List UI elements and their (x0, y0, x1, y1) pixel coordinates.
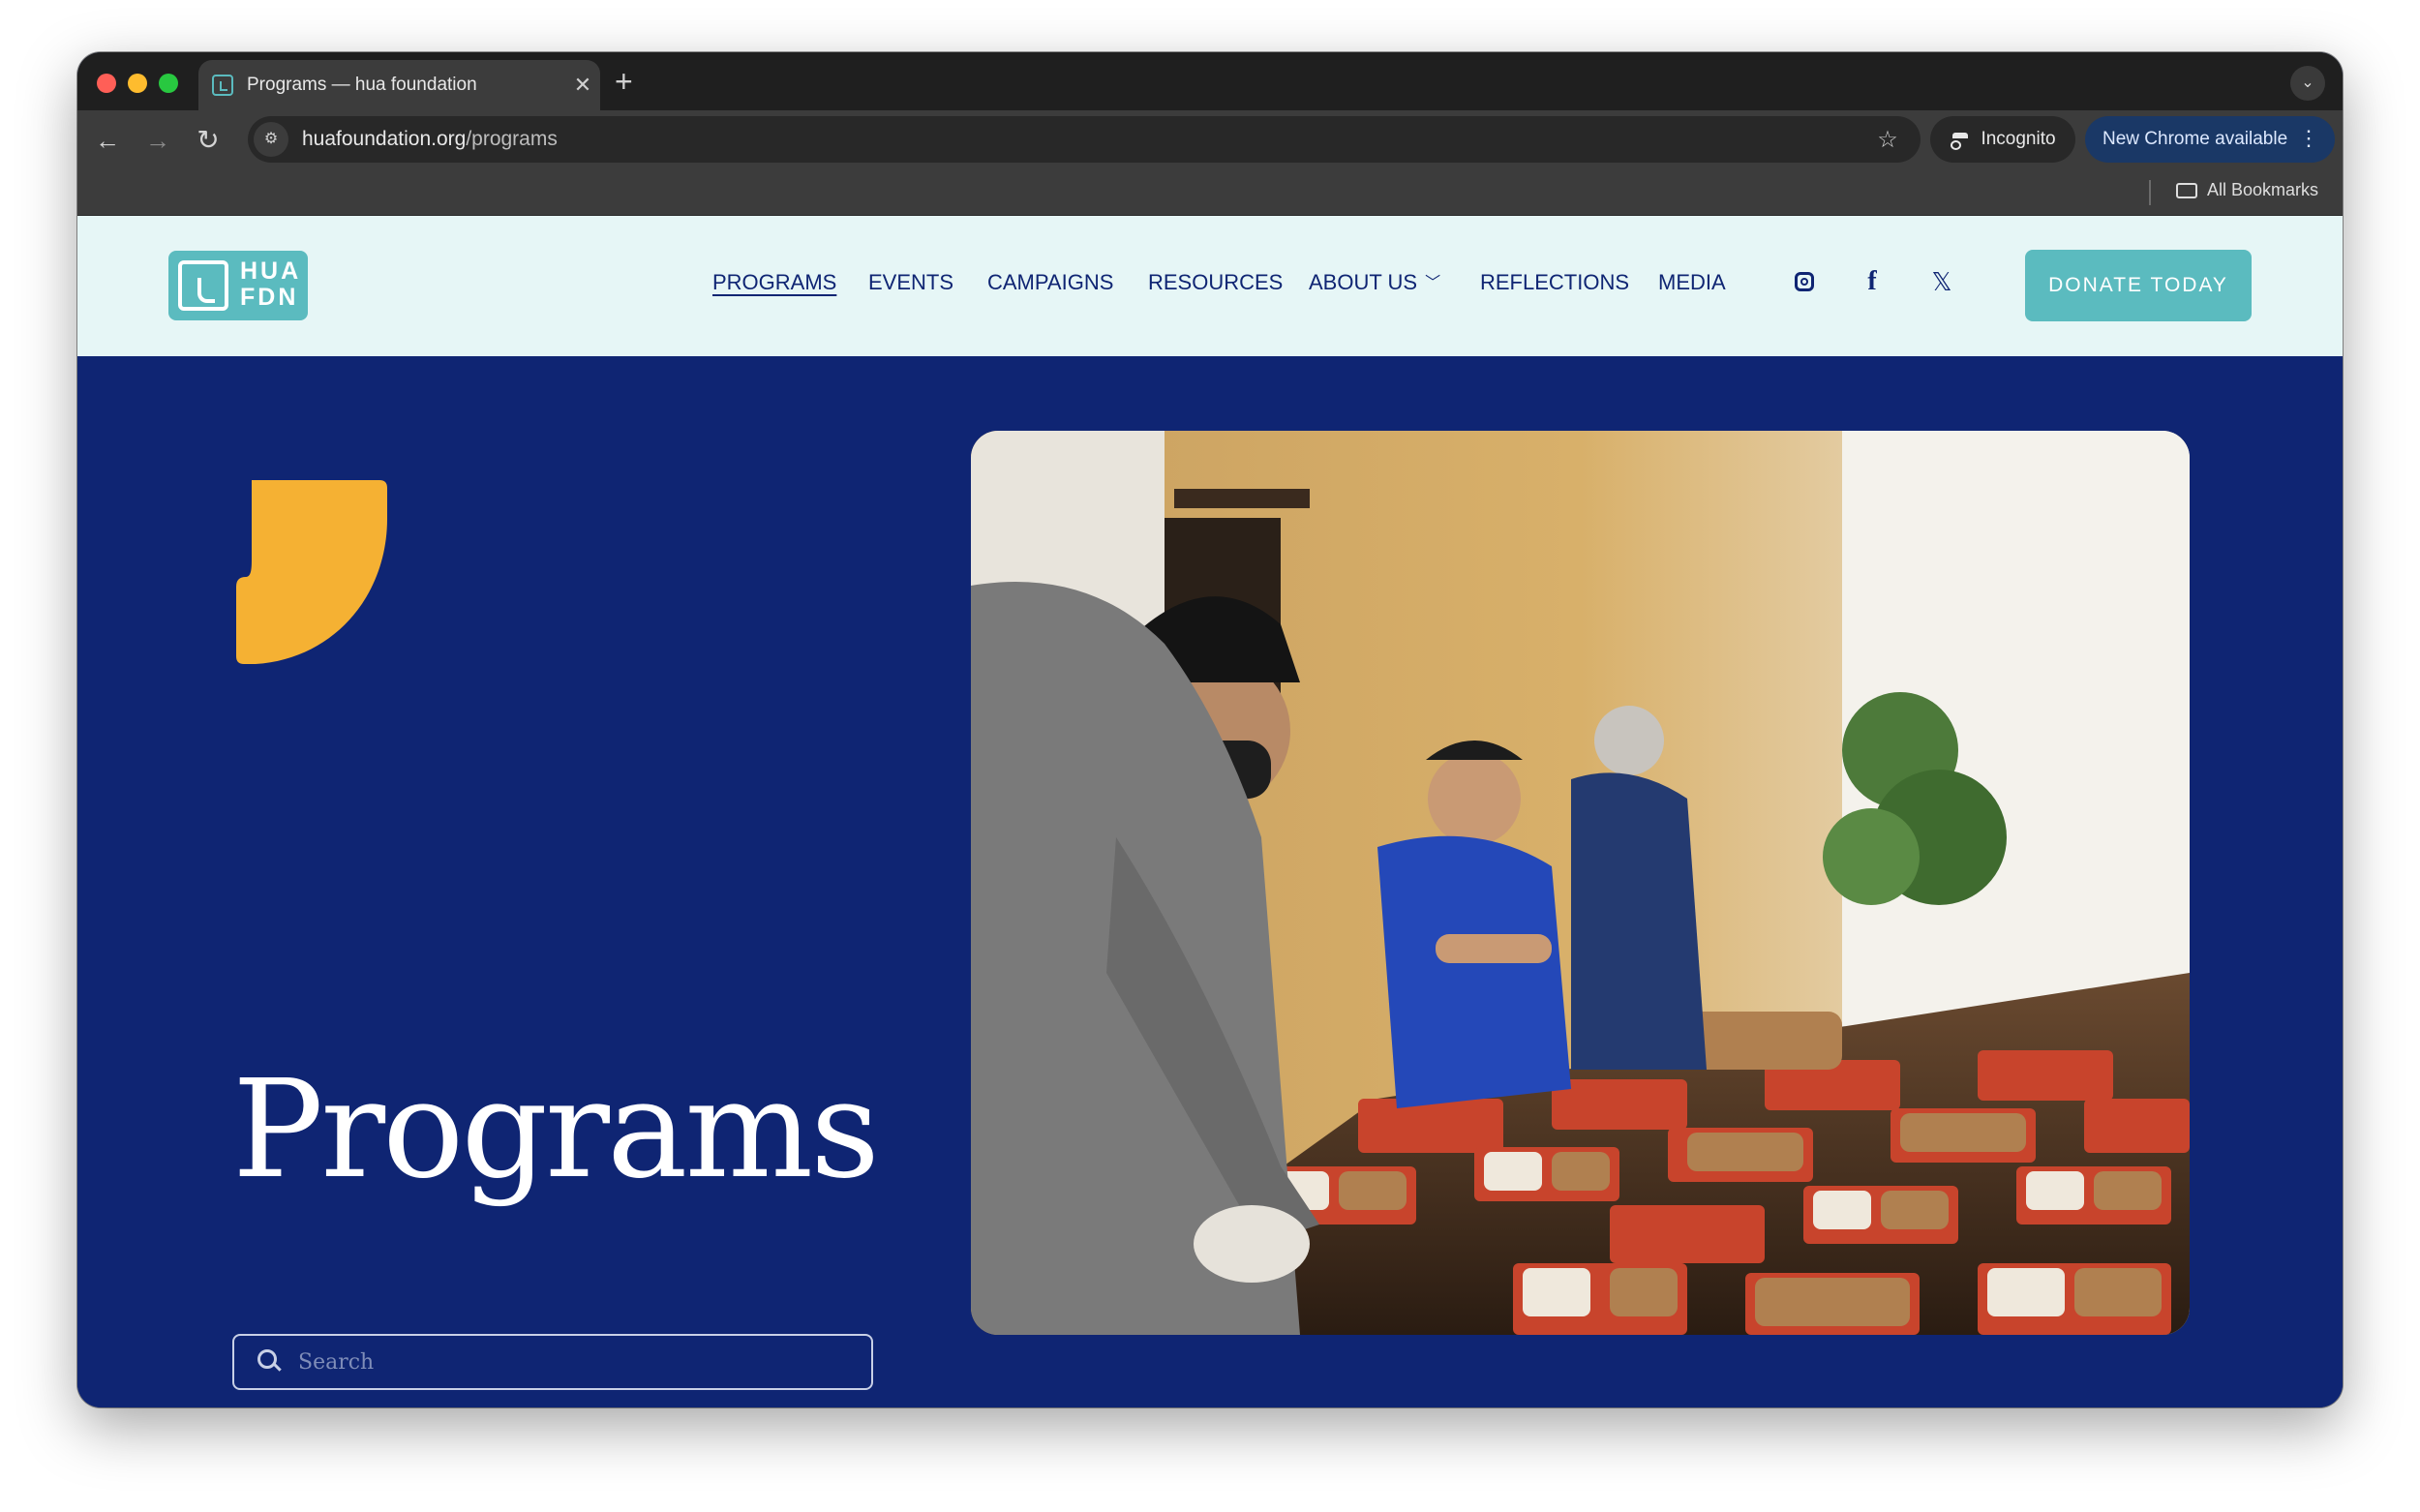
decorative-accent-shape (236, 480, 387, 664)
new-tab-icon[interactable]: + (615, 64, 633, 99)
folder-icon (2176, 182, 2197, 198)
nav-events[interactable]: EVENTS (868, 270, 953, 295)
close-window-button[interactable] (97, 74, 116, 93)
nav-resources[interactable]: RESOURCES (1148, 270, 1283, 295)
minimize-window-button[interactable] (128, 74, 147, 93)
facebook-icon[interactable]: f (1857, 266, 1888, 297)
update-chrome-label: New Chrome available (2102, 129, 2288, 149)
donate-today-button[interactable]: DONATE TODAY (2025, 250, 2252, 321)
all-bookmarks-label: All Bookmarks (2207, 180, 2319, 199)
instagram-icon[interactable] (1789, 266, 1820, 297)
browser-window: Programs — hua foundation ✕ + ⌄ ← → ↻ ⚙ … (77, 52, 2343, 1407)
tab-search-chevron-icon[interactable]: ⌄ (2290, 66, 2325, 101)
star-icon[interactable]: ☆ (1868, 126, 1907, 154)
address-bar[interactable]: ⚙ huafoundation.org/programs ☆ (248, 116, 1921, 163)
nav-campaigns[interactable]: CAMPAIGNS (987, 270, 1113, 295)
reload-icon[interactable]: ↻ (192, 124, 225, 157)
logo-text-line1: HUA (240, 257, 302, 285)
site-header: HUA FDN PROGRAMS EVENTS CAMPAIGNS RESOUR… (77, 216, 2343, 356)
kebab-menu-icon[interactable]: ⋮ (2298, 126, 2319, 151)
update-chrome-button[interactable]: New Chrome available ⋮ (2085, 116, 2335, 163)
url-text[interactable]: huafoundation.org/programs (302, 128, 1868, 151)
nav-programs[interactable]: PROGRAMS (712, 270, 836, 295)
site-logo[interactable]: HUA FDN (168, 251, 308, 320)
bookmarks-divider (2149, 180, 2151, 205)
logo-mark-icon (178, 260, 228, 311)
forward-arrow-icon[interactable]: → (141, 124, 174, 157)
search-field[interactable] (232, 1334, 873, 1390)
page-title: Programs (232, 1051, 880, 1209)
search-input[interactable] (296, 1348, 871, 1376)
x-icon[interactable]: 𝕏 (1926, 266, 1957, 297)
search-icon (257, 1349, 283, 1375)
site-info-icon[interactable]: ⚙ (254, 122, 288, 157)
bookmarks-bar: All Bookmarks (77, 170, 2343, 216)
logo-text: HUA FDN (240, 258, 301, 311)
chevron-down-icon: ﹀ (1425, 275, 1441, 291)
volunteers-photo-illustration (971, 431, 2190, 1335)
site-favicon-icon (212, 75, 233, 96)
incognito-indicator[interactable]: Incognito (1930, 116, 2075, 163)
tab-strip: Programs — hua foundation ✕ + ⌄ (77, 52, 2343, 110)
url-path: /programs (466, 128, 558, 150)
maximize-window-button[interactable] (159, 74, 178, 93)
url-domain: huafoundation.org (302, 128, 467, 150)
hero-photo (971, 431, 2190, 1335)
incognito-label: Incognito (1981, 129, 2056, 149)
browser-toolbar: ← → ↻ ⚙ huafoundation.org/programs ☆ Inc… (77, 110, 2343, 170)
logo-text-line2: FDN (240, 284, 299, 311)
nav-about-us-label: ABOUT US (1309, 270, 1418, 294)
nav-about-us[interactable]: ABOUT US ﹀ (1309, 270, 1440, 295)
nav-media[interactable]: MEDIA (1658, 270, 1726, 295)
browser-tab[interactable]: Programs — hua foundation ✕ (198, 60, 600, 110)
hero-section: Programs (77, 356, 2343, 1407)
nav-reflections[interactable]: REFLECTIONS (1480, 270, 1629, 295)
tab-title: Programs — hua foundation (247, 75, 477, 95)
all-bookmarks-button[interactable]: All Bookmarks (2176, 180, 2318, 200)
incognito-icon (1950, 133, 1971, 150)
close-tab-icon[interactable]: ✕ (565, 73, 600, 98)
back-arrow-icon[interactable]: ← (91, 124, 124, 157)
